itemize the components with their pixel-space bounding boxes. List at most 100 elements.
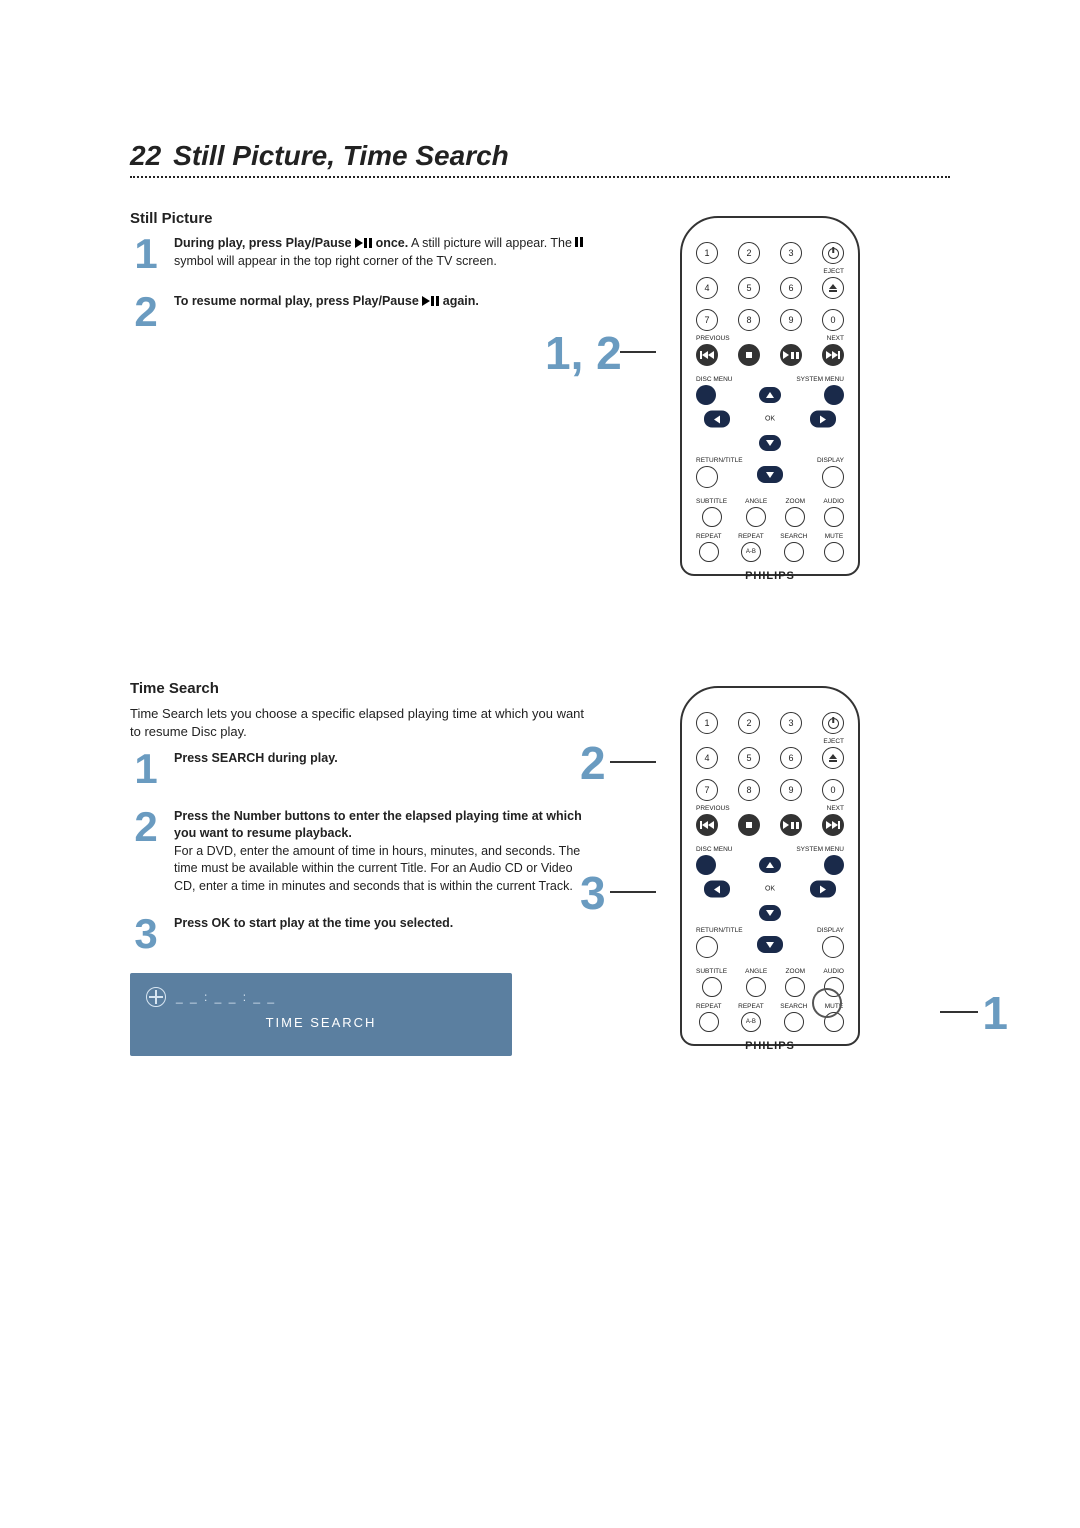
display-label: DISPLAY [817, 927, 844, 934]
remote-btn-4[interactable]: 4 [696, 747, 718, 769]
repeat-ab-label: REPEAT [738, 533, 764, 540]
remote-btn-eject[interactable] [822, 277, 844, 299]
play-icon [422, 296, 430, 306]
dpad-icon [146, 987, 166, 1007]
remote-btn-disc-menu[interactable] [696, 855, 716, 875]
remote-btn-right[interactable] [810, 881, 836, 898]
remote-btn-system-menu[interactable] [824, 385, 844, 405]
remote-btn-down2[interactable] [757, 466, 783, 483]
remote-btn-subtitle[interactable] [702, 977, 722, 997]
remote-btn-search[interactable] [784, 542, 804, 562]
down-icon [766, 472, 774, 478]
down-icon [766, 910, 774, 916]
system-menu-label: SYSTEM MENU [796, 376, 844, 383]
still-step1-lead-tail: once. [372, 236, 408, 250]
return-title-label: RETURN/TITLE [696, 457, 743, 464]
remote-btn-9[interactable]: 9 [780, 779, 802, 801]
remote-btn-playpause[interactable] [780, 814, 802, 836]
remote-btn-5[interactable]: 5 [738, 747, 760, 769]
remote-btn-repeat[interactable] [699, 1012, 719, 1032]
remote-btn-angle[interactable] [746, 977, 766, 997]
ts-step2-bold: Press the Number buttons to enter the el… [174, 809, 582, 841]
remote-btn-left[interactable] [704, 881, 730, 898]
ts-step1-text: Press SEARCH during play. [174, 751, 338, 765]
remote-btn-next[interactable] [822, 344, 844, 366]
remote-btn-eject[interactable] [822, 747, 844, 769]
left-icon [714, 415, 720, 423]
remote-btn-6[interactable]: 6 [780, 277, 802, 299]
remote-btn-audio[interactable] [824, 507, 844, 527]
remote-btn-7[interactable]: 7 [696, 309, 718, 331]
remote-btn-zoom[interactable] [785, 977, 805, 997]
remote-btn-8[interactable]: 8 [738, 779, 760, 801]
remote-btn-3[interactable]: 3 [780, 712, 802, 734]
down-icon [766, 440, 774, 446]
right-icon [820, 415, 826, 423]
remote-btn-1[interactable]: 1 [696, 712, 718, 734]
step-number-1: 1 [130, 235, 162, 273]
remote-btn-stop[interactable] [738, 344, 760, 366]
remote-btn-display[interactable] [822, 936, 844, 958]
time-search-heading: Time Search [130, 680, 590, 697]
remote-btn-1[interactable]: 1 [696, 242, 718, 264]
remote-brand: PHILIPS [696, 570, 844, 582]
remote-btn-6[interactable]: 6 [780, 747, 802, 769]
remote-btn-4[interactable]: 4 [696, 277, 718, 299]
remote-btn-power[interactable] [822, 242, 844, 264]
remote-btn-0[interactable]: 0 [822, 309, 844, 331]
page-title: Still Picture, Time Search [173, 140, 509, 172]
up-icon [766, 862, 774, 868]
remote-btn-down[interactable] [759, 905, 781, 921]
still-step2-body: To resume normal play, press Play/Pause … [174, 293, 590, 311]
disc-menu-label: DISC MENU [696, 846, 732, 853]
remote-btn-repeat-ab[interactable]: A-B [741, 1012, 761, 1032]
pause-icon [791, 352, 799, 359]
remote-btn-0[interactable]: 0 [822, 779, 844, 801]
lead-line [620, 351, 656, 353]
angle-label: ANGLE [745, 498, 767, 505]
remote-btn-repeat-ab[interactable]: A-B [741, 542, 761, 562]
remote-btn-8[interactable]: 8 [738, 309, 760, 331]
remote-btn-5[interactable]: 5 [738, 277, 760, 299]
remote-btn-up[interactable] [759, 387, 781, 403]
remote-btn-9[interactable]: 9 [780, 309, 802, 331]
down-icon [766, 942, 774, 948]
remote-btn-power[interactable] [822, 712, 844, 734]
remote-btn-search[interactable] [784, 1012, 804, 1032]
remote-btn-2[interactable]: 2 [738, 242, 760, 264]
remote-btn-next[interactable] [822, 814, 844, 836]
remote-btn-up[interactable] [759, 857, 781, 873]
remote-btn-down[interactable] [759, 435, 781, 451]
step-number-1: 1 [130, 750, 162, 788]
remote-btn-stop[interactable] [738, 814, 760, 836]
remote-btn-3[interactable]: 3 [780, 242, 802, 264]
remote-btn-mute[interactable] [824, 542, 844, 562]
next-label: NEXT [827, 805, 844, 812]
eject-icon [829, 754, 837, 762]
audio-label: AUDIO [823, 498, 844, 505]
remote-btn-subtitle[interactable] [702, 507, 722, 527]
ok-label: OK [765, 416, 775, 423]
stop-icon [746, 822, 752, 828]
remote-btn-left[interactable] [704, 411, 730, 428]
search-label: SEARCH [780, 1003, 807, 1010]
remote-btn-2[interactable]: 2 [738, 712, 760, 734]
remote-btn-disc-menu[interactable] [696, 385, 716, 405]
remote-btn-display[interactable] [822, 466, 844, 488]
remote-btn-angle[interactable] [746, 507, 766, 527]
remote-btn-repeat[interactable] [699, 542, 719, 562]
remote-btn-prev[interactable] [696, 814, 718, 836]
disc-menu-label: DISC MENU [696, 376, 732, 383]
remote-btn-return[interactable] [696, 466, 718, 488]
remote-btn-prev[interactable] [696, 344, 718, 366]
remote-btn-playpause[interactable] [780, 344, 802, 366]
still-step1-rest-tail: symbol will appear in the top right corn… [174, 254, 497, 268]
remote-btn-return[interactable] [696, 936, 718, 958]
system-menu-label: SYSTEM MENU [796, 846, 844, 853]
remote-btn-system-menu[interactable] [824, 855, 844, 875]
remote-btn-zoom[interactable] [785, 507, 805, 527]
eject-label: EJECT [823, 738, 844, 745]
remote-btn-right[interactable] [810, 411, 836, 428]
remote-btn-down2[interactable] [757, 936, 783, 953]
remote-btn-7[interactable]: 7 [696, 779, 718, 801]
